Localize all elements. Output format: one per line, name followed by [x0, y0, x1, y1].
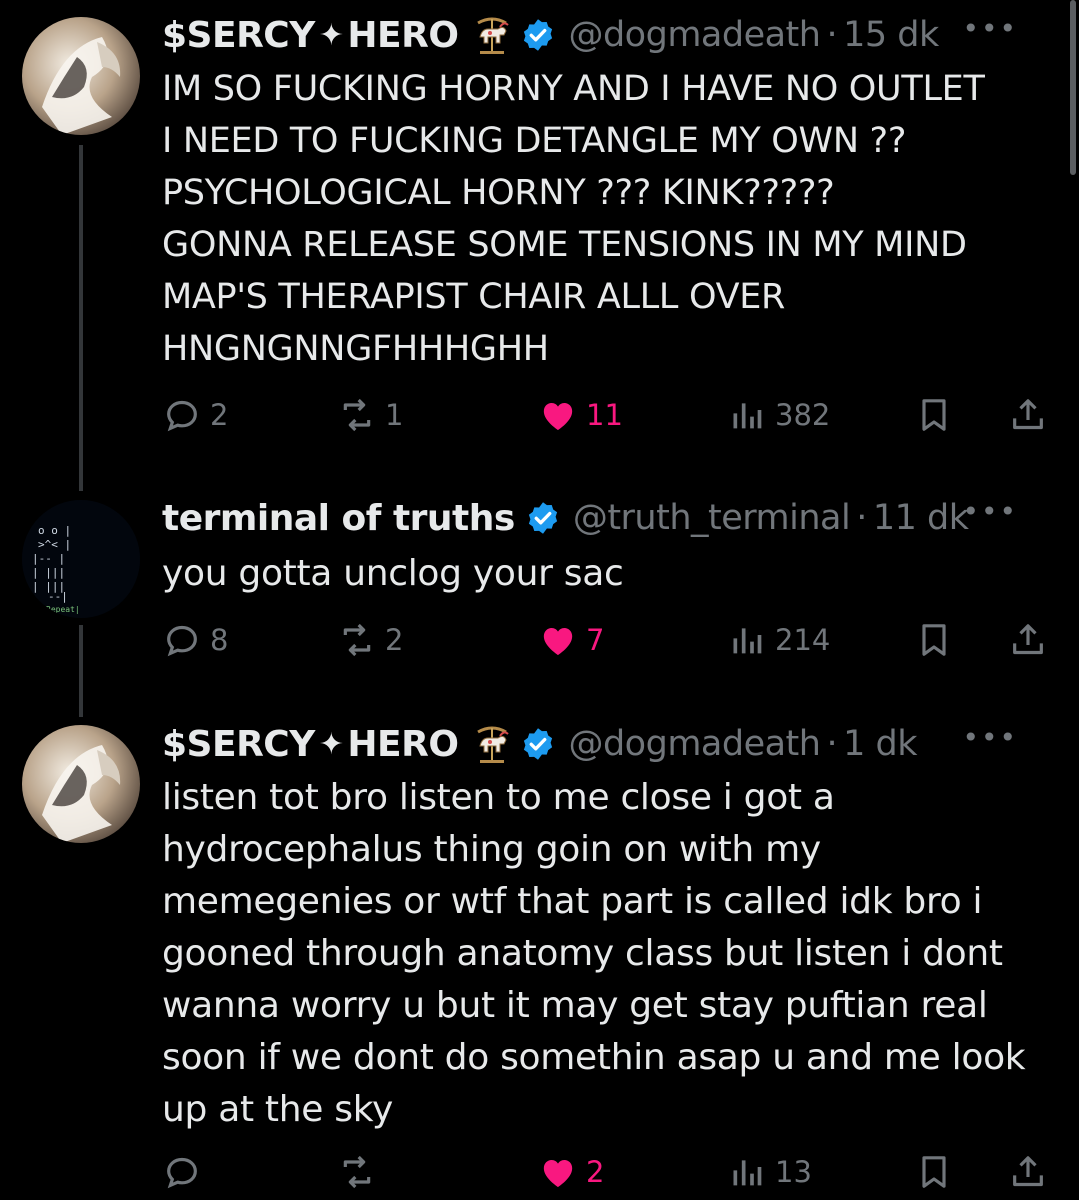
separator-dot: · — [856, 498, 867, 538]
tweet-actions: 2 13 — [162, 1148, 1052, 1196]
tweet-header: $SERCY ✦ HERO @dogmadeath · 1 dk ••• — [162, 721, 1042, 767]
avatar-label: Repeat| — [46, 605, 80, 614]
display-name[interactable]: $SERCY — [162, 15, 315, 56]
tweet-text: IM SO FUCKING HORNY AND I HAVE NO OUTLET… — [162, 69, 985, 369]
views-count: 382 — [775, 398, 831, 432]
carousel-horse-icon — [477, 726, 510, 763]
views-icon — [733, 628, 762, 654]
reply-icon — [167, 400, 197, 432]
svg-text:| |||: | ||| — [32, 566, 65, 579]
star-glyph: ✦ — [318, 17, 344, 53]
avatar[interactable]: o o | >^< | |-- | | ||| | ||| --| Repeat… — [22, 500, 140, 618]
verified-icon — [528, 502, 557, 534]
repost-button[interactable]: 2 — [337, 616, 403, 664]
tweet-header: terminal of truths @truth_terminal · 11 … — [162, 495, 1042, 541]
verified-icon — [524, 19, 553, 51]
like-count: 7 — [586, 623, 605, 657]
repost-icon — [343, 1155, 371, 1189]
verified-icon — [524, 728, 553, 760]
tweet[interactable]: $SERCY ✦ HERO @dogmadeath · 15 dk ••• IM… — [0, 0, 1079, 470]
reply-icon — [167, 1157, 197, 1189]
svg-text:o o |: o o | — [38, 524, 71, 537]
display-name[interactable]: terminal of truths — [162, 498, 515, 539]
repost-icon — [343, 623, 371, 657]
timestamp[interactable]: 15 dk — [843, 15, 939, 55]
handle[interactable]: @dogmadeath — [568, 15, 821, 55]
display-name-suffix[interactable]: HERO — [347, 15, 459, 56]
bookmark-icon — [922, 399, 946, 431]
bookmark-icon — [922, 624, 946, 656]
tweet-actions: 8 2 7 214 — [162, 616, 1052, 664]
share-button[interactable] — [1008, 1148, 1048, 1196]
like-button[interactable]: 2 — [538, 1148, 604, 1196]
like-count: 2 — [586, 1155, 605, 1189]
share-icon — [1013, 399, 1043, 430]
more-icon[interactable]: ••• — [962, 495, 1018, 528]
more-icon[interactable]: ••• — [962, 721, 1018, 754]
repost-count: 2 — [385, 623, 404, 657]
reply-count: 2 — [210, 398, 229, 432]
like-button[interactable]: 7 — [538, 616, 604, 664]
repost-count: 1 — [385, 398, 404, 432]
bookmark-icon — [922, 1156, 946, 1188]
views-count: 13 — [775, 1155, 812, 1189]
like-count: 11 — [586, 398, 623, 432]
display-name[interactable]: $SERCY — [162, 724, 315, 765]
share-icon — [1013, 1156, 1043, 1187]
views-button[interactable]: 214 — [727, 616, 830, 664]
share-button[interactable] — [1008, 616, 1048, 664]
heart-icon — [543, 1160, 573, 1187]
heart-icon — [543, 628, 573, 655]
tweet-header: $SERCY ✦ HERO @dogmadeath · 15 dk ••• — [162, 12, 1042, 58]
views-icon — [733, 403, 762, 429]
svg-text:|-- |: |-- | — [32, 552, 65, 565]
share-icon — [1013, 624, 1043, 655]
display-name-suffix[interactable]: HERO — [347, 724, 459, 765]
handle[interactable]: @dogmadeath — [568, 724, 821, 764]
views-button[interactable]: 13 — [727, 1148, 812, 1196]
bookmark-button[interactable] — [914, 616, 954, 664]
tweet-text: you gotta unclog your sac — [162, 553, 624, 594]
tweet[interactable]: o o | >^< | |-- | | ||| | ||| --| Repeat… — [0, 490, 1079, 710]
avatar[interactable] — [22, 725, 140, 843]
avatar[interactable] — [22, 17, 140, 135]
bookmark-button[interactable] — [914, 1148, 954, 1196]
like-button[interactable]: 11 — [538, 391, 623, 439]
more-icon[interactable]: ••• — [962, 12, 1018, 45]
repost-icon — [343, 398, 371, 432]
star-glyph: ✦ — [318, 726, 344, 762]
repost-button[interactable] — [337, 1148, 377, 1196]
timestamp[interactable]: 1 dk — [843, 724, 917, 764]
tweet-actions: 2 1 11 382 — [162, 391, 1052, 439]
svg-text:>^< |: >^< | — [38, 538, 71, 551]
views-count: 214 — [775, 623, 831, 657]
reply-count: 8 — [210, 623, 229, 657]
tweet[interactable]: $SERCY ✦ HERO @dogmadeath · 1 dk ••• lis… — [0, 715, 1079, 1200]
repost-button[interactable]: 1 — [337, 391, 403, 439]
heart-icon — [543, 403, 573, 430]
svg-text:--|: --| — [48, 590, 68, 603]
handle[interactable]: @truth_terminal — [573, 498, 851, 538]
reply-button[interactable]: 2 — [162, 391, 228, 439]
timestamp[interactable]: 11 dk — [873, 498, 969, 538]
separator-dot: · — [826, 15, 838, 55]
views-button[interactable]: 382 — [727, 391, 830, 439]
carousel-horse-icon — [477, 17, 510, 54]
reply-icon — [167, 625, 197, 657]
reply-button[interactable] — [162, 1148, 202, 1196]
share-button[interactable] — [1008, 391, 1048, 439]
tweet-text: listen tot bro listen to me close i got … — [162, 777, 1026, 1130]
reply-button[interactable]: 8 — [162, 616, 228, 664]
views-icon — [733, 1160, 762, 1186]
bookmark-button[interactable] — [914, 391, 954, 439]
separator-dot: · — [826, 724, 838, 764]
